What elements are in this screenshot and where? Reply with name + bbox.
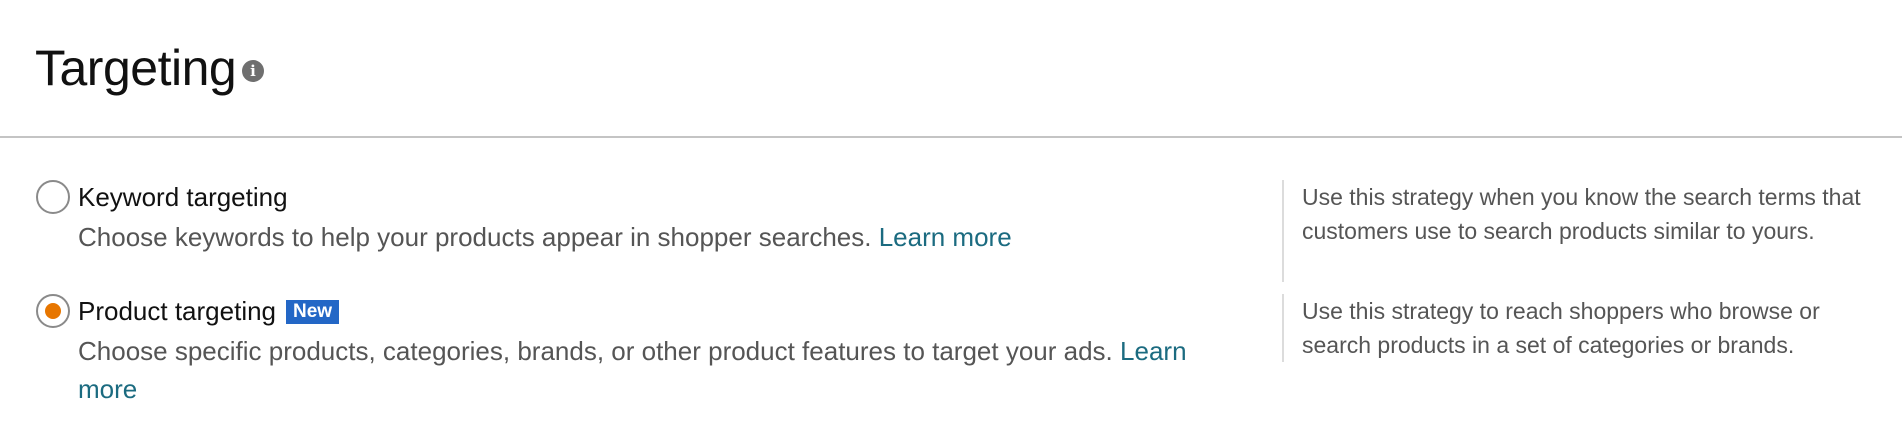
- option-description: Choose specific products, categories, br…: [78, 332, 1248, 408]
- keyword-targeting-radio[interactable]: [36, 180, 70, 214]
- option-label-row[interactable]: Product targeting New: [78, 294, 340, 328]
- description-text: Choose specific products, categories, br…: [78, 336, 1113, 366]
- learn-more-link[interactable]: Learn more: [879, 222, 1012, 252]
- info-icon[interactable]: i: [242, 60, 264, 82]
- option-label: Product targeting: [78, 296, 277, 326]
- option-label[interactable]: Keyword targeting: [78, 180, 288, 214]
- option-description: Choose keywords to help your products ap…: [78, 218, 1248, 256]
- new-badge: New: [286, 300, 340, 324]
- product-targeting-radio[interactable]: [36, 294, 70, 328]
- option-help-text: Use this strategy to reach shoppers who …: [1282, 294, 1882, 362]
- targeting-section: Targeting i Keyword targeting Choose key…: [0, 0, 1902, 444]
- page-title: Targeting: [35, 40, 237, 96]
- description-text: Choose keywords to help your products ap…: [78, 222, 872, 252]
- option-help-text: Use this strategy when you know the sear…: [1282, 180, 1882, 282]
- section-header: Targeting i: [0, 0, 1902, 138]
